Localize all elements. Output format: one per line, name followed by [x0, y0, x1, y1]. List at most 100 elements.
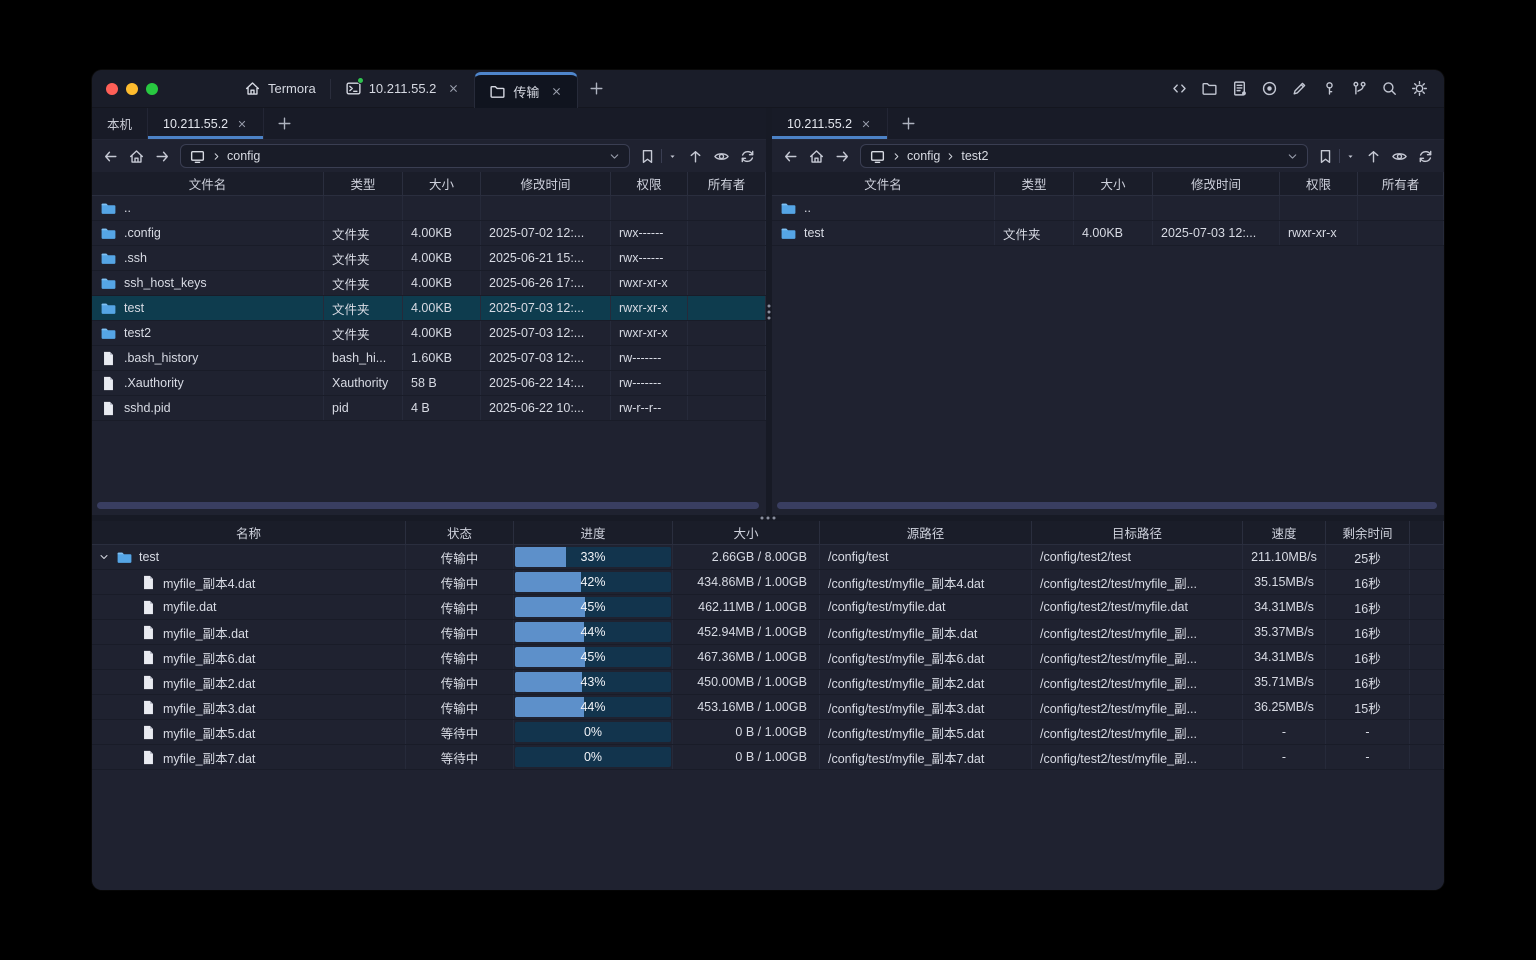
refresh-icon[interactable] [1417, 148, 1434, 165]
col-source[interactable]: 源路径 [820, 521, 1032, 544]
chevron-right-icon [891, 151, 902, 162]
col-type[interactable]: 类型 [995, 172, 1074, 195]
transfer-row[interactable]: myfile.dat 传输中 45% 462.11MB / 1.00GB /co… [92, 595, 1444, 620]
chevron-down-icon[interactable] [1286, 150, 1299, 163]
bookmark-button[interactable] [1317, 148, 1356, 165]
col-eta[interactable]: 剩余时间 [1326, 521, 1410, 544]
back-icon[interactable] [782, 148, 799, 165]
expand-chevron-icon[interactable] [98, 551, 110, 563]
file-row[interactable]: .Xauthority Xauthority58 B2025-06-22 14:… [92, 371, 766, 396]
tab-local[interactable]: 本机 [92, 108, 148, 139]
gear-icon[interactable] [1411, 80, 1428, 97]
col-size[interactable]: 大小 [403, 172, 481, 195]
refresh-icon[interactable] [739, 148, 756, 165]
zoom-window-button[interactable] [146, 83, 158, 95]
col-status[interactable]: 状态 [406, 521, 514, 544]
minimize-window-button[interactable] [126, 83, 138, 95]
col-name[interactable]: 名称 [92, 521, 406, 544]
file-row[interactable]: .. [92, 196, 766, 221]
col-size[interactable]: 大小 [673, 521, 820, 544]
file-row[interactable]: test 文件夹4.00KB2025-07-03 12:...rwxr-xr-x [772, 221, 1444, 246]
col-filename[interactable]: 文件名 [92, 172, 324, 195]
col-mtime[interactable]: 修改时间 [481, 172, 611, 195]
col-target[interactable]: 目标路径 [1032, 521, 1243, 544]
file-row-selected[interactable]: test 文件夹4.00KB2025-07-03 12:...rwxr-xr-x [92, 296, 766, 321]
col-filename[interactable]: 文件名 [772, 172, 995, 195]
forward-icon[interactable] [154, 148, 171, 165]
app-home-tab[interactable]: Termora [230, 70, 330, 108]
upload-icon[interactable] [1365, 148, 1382, 165]
col-progress[interactable]: 进度 [514, 521, 673, 544]
chevron-down-icon[interactable] [608, 150, 621, 163]
horizontal-scrollbar[interactable] [777, 502, 1437, 509]
file-row[interactable]: .config 文件夹4.00KB2025-07-02 12:...rwx---… [92, 221, 766, 246]
new-panel-tab-button[interactable] [264, 108, 305, 139]
transfer-name: myfile_副本4.dat [163, 573, 255, 592]
file-row[interactable]: .. [772, 196, 1444, 221]
transfer-row[interactable]: test 传输中 33% 2.66GB / 8.00GB /config/tes… [92, 545, 1444, 570]
folder-icon [780, 225, 797, 242]
tab-remote[interactable]: 10.211.55.2 [772, 108, 888, 139]
col-size[interactable]: 大小 [1074, 172, 1153, 195]
col-perm[interactable]: 权限 [611, 172, 688, 195]
col-perm[interactable]: 权限 [1280, 172, 1358, 195]
horizontal-scrollbar[interactable] [97, 502, 759, 509]
code-icon[interactable] [1171, 80, 1188, 97]
path-bar[interactable]: config test2 [860, 144, 1308, 168]
tab-remote[interactable]: 10.211.55.2 [148, 108, 264, 139]
file-row[interactable]: test2 文件夹4.00KB2025-07-03 12:...rwxr-xr-… [92, 321, 766, 346]
edit-icon[interactable] [1291, 80, 1308, 97]
upload-icon[interactable] [687, 148, 704, 165]
col-owner[interactable]: 所有者 [688, 172, 766, 195]
file-row[interactable]: sshd.pid pid4 B2025-06-22 10:...rw-r--r-… [92, 396, 766, 421]
folder-icon [100, 225, 117, 242]
show-hidden-icon[interactable] [713, 148, 730, 165]
search-icon[interactable] [1381, 80, 1398, 97]
col-owner[interactable]: 所有者 [1358, 172, 1444, 195]
session-tab[interactable]: 10.211.55.2 [331, 70, 475, 108]
transfer-row[interactable]: myfile_副本6.dat 传输中 45% 467.36MB / 1.00GB… [92, 645, 1444, 670]
branch-icon[interactable] [1351, 80, 1368, 97]
log-icon[interactable] [1231, 80, 1248, 97]
bookmark-button[interactable] [639, 148, 678, 165]
col-type[interactable]: 类型 [324, 172, 403, 195]
transfer-tab-label: 传输 [513, 82, 539, 101]
transfer-row[interactable]: myfile_副本2.dat 传输中 43% 450.00MB / 1.00GB… [92, 670, 1444, 695]
file-icon [100, 350, 117, 367]
transfer-row[interactable]: myfile_副本7.dat 等待中 0% 0 B / 1.00GB /conf… [92, 745, 1444, 770]
forward-icon[interactable] [834, 148, 851, 165]
new-tab-button[interactable] [578, 80, 615, 97]
back-icon[interactable] [102, 148, 119, 165]
show-hidden-icon[interactable] [1391, 148, 1408, 165]
transfer-row[interactable]: myfile_副本.dat 传输中 44% 452.94MB / 1.00GB … [92, 620, 1444, 645]
transfer-tab[interactable]: 传输 [474, 72, 578, 108]
file-icon [140, 749, 157, 766]
close-window-button[interactable] [106, 83, 118, 95]
home-icon[interactable] [128, 148, 145, 165]
col-mtime[interactable]: 修改时间 [1153, 172, 1280, 195]
close-icon[interactable] [236, 118, 248, 130]
key-icon[interactable] [1321, 80, 1338, 97]
close-icon[interactable] [550, 85, 563, 98]
col-speed[interactable]: 速度 [1243, 521, 1326, 544]
caret-down-icon[interactable] [667, 151, 678, 162]
splitter-grip [768, 304, 771, 319]
close-icon[interactable] [447, 82, 460, 95]
file-row[interactable]: ssh_host_keys 文件夹4.00KB2025-06-26 17:...… [92, 271, 766, 296]
file-row[interactable]: .ssh 文件夹4.00KB2025-06-21 15:...rwx------ [92, 246, 766, 271]
file-icon [140, 599, 157, 616]
transfer-row[interactable]: myfile_副本4.dat 传输中 42% 434.86MB / 1.00GB… [92, 570, 1444, 595]
path-segment[interactable]: config [227, 149, 260, 163]
file-row[interactable]: .bash_history bash_hi...1.60KB2025-07-03… [92, 346, 766, 371]
path-segment[interactable]: test2 [961, 149, 988, 163]
path-bar[interactable]: config [180, 144, 630, 168]
caret-down-icon[interactable] [1345, 151, 1356, 162]
home-icon[interactable] [808, 148, 825, 165]
new-panel-tab-button[interactable] [888, 108, 929, 139]
close-icon[interactable] [860, 118, 872, 130]
record-icon[interactable] [1261, 80, 1278, 97]
folder-icon[interactable] [1201, 80, 1218, 97]
transfer-row[interactable]: myfile_副本5.dat 等待中 0% 0 B / 1.00GB /conf… [92, 720, 1444, 745]
transfer-row[interactable]: myfile_副本3.dat 传输中 44% 453.16MB / 1.00GB… [92, 695, 1444, 720]
path-segment[interactable]: config [907, 149, 940, 163]
